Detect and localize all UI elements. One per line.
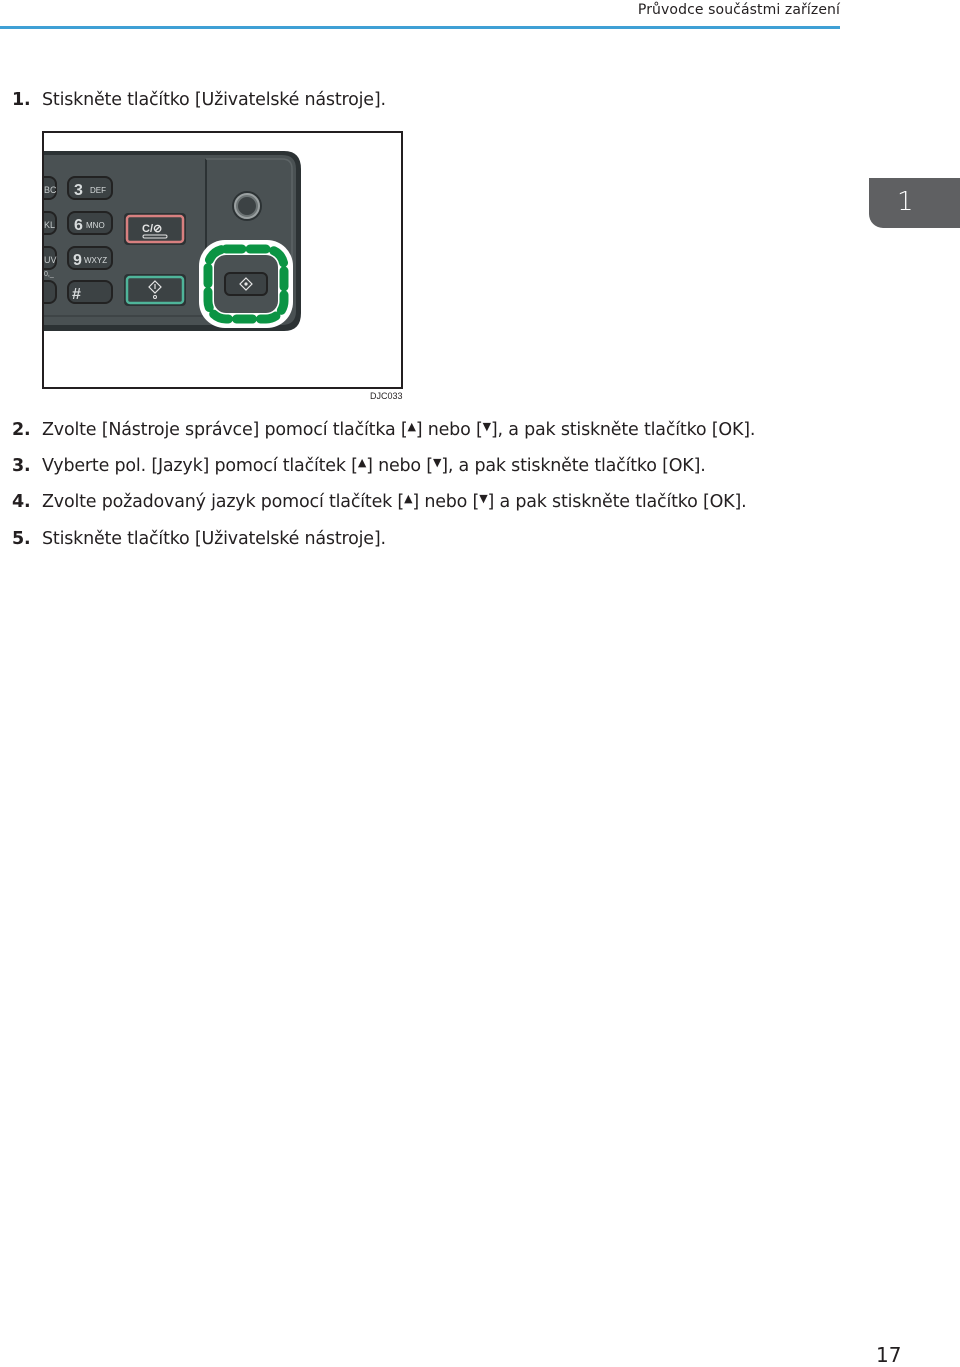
key-hash: #: [67, 280, 113, 304]
step-number: 5.: [12, 529, 31, 549]
step-number: 3.: [12, 456, 31, 476]
svg-text:3: 3: [74, 182, 83, 199]
header-rule: [0, 26, 840, 29]
step-4: 4. Zvolte požadovaný jazyk pomocí tlačíte…: [12, 492, 747, 512]
control-panel-illustration: BC KL UV 0,_ 3 DEF 6 MNO 9 WXYZ # C/⊘: [42, 131, 403, 389]
svg-text:9: 9: [73, 252, 82, 269]
step-3: 3. Vyberte pol. [Jazyk] pomocí tlačítek […: [12, 456, 706, 476]
svg-text:UV: UV: [44, 255, 57, 265]
step-text: Stiskněte tlačítko [Uživatelské nástroje…: [42, 90, 386, 110]
svg-text:0,_: 0,_: [44, 271, 54, 278]
svg-text:6: 6: [74, 217, 83, 234]
energy-saver-key: [232, 191, 262, 221]
svg-text:WXYZ: WXYZ: [84, 256, 107, 265]
svg-text:MNO: MNO: [86, 221, 105, 230]
svg-text:KL: KL: [44, 220, 55, 230]
step-2: 2. Zvolte [Nástroje správce] pomocí tlačí…: [12, 420, 755, 440]
running-header-title: Průvodce součástmi zařízení: [637, 2, 840, 18]
step-number: 4.: [12, 492, 31, 512]
key-9: 9 WXYZ: [67, 246, 113, 270]
start-key: [124, 274, 186, 306]
step-text: Zvolte [Nástroje správce] pomocí tlačítk…: [42, 420, 756, 440]
step-number: 1.: [12, 90, 31, 110]
figure-id: DJC033: [370, 391, 403, 401]
key-3: 3 DEF: [67, 176, 113, 200]
down-arrow-icon: ▼: [482, 420, 491, 433]
control-panel-drawing: BC KL UV 0,_ 3 DEF 6 MNO 9 WXYZ # C/⊘: [44, 151, 301, 331]
down-arrow-icon: ▼: [432, 456, 442, 469]
svg-text:#: #: [72, 286, 81, 303]
step-1: 1. Stiskněte tlačítko [Uživatelské nástro…: [12, 90, 386, 110]
step-text: Zvolte požadovaný jazyk pomocí tlačítek …: [42, 492, 747, 512]
clear-stop-key: C/⊘: [124, 213, 186, 245]
up-arrow-icon: ▲: [357, 456, 367, 469]
svg-text:BC: BC: [44, 185, 57, 195]
step-text: Stiskněte tlačítko [Uživatelské nástroje…: [42, 529, 386, 549]
user-tools-key-highlight: [199, 240, 293, 328]
step-text: Vyberte pol. [Jazyk] pomocí tlačítek [▲]…: [42, 456, 706, 476]
key-6: 6 MNO: [67, 211, 113, 235]
chapter-tab: 1: [869, 178, 960, 228]
step-number: 2.: [12, 420, 31, 440]
step-5: 5. Stiskněte tlačítko [Uživatelské nástro…: [12, 529, 386, 549]
chapter-tab-label: 1: [897, 187, 914, 217]
up-arrow-icon: ▲: [407, 420, 416, 433]
svg-text:C/⊘: C/⊘: [142, 223, 162, 235]
page-number: 17: [876, 1343, 902, 1367]
svg-text:DEF: DEF: [90, 186, 106, 195]
